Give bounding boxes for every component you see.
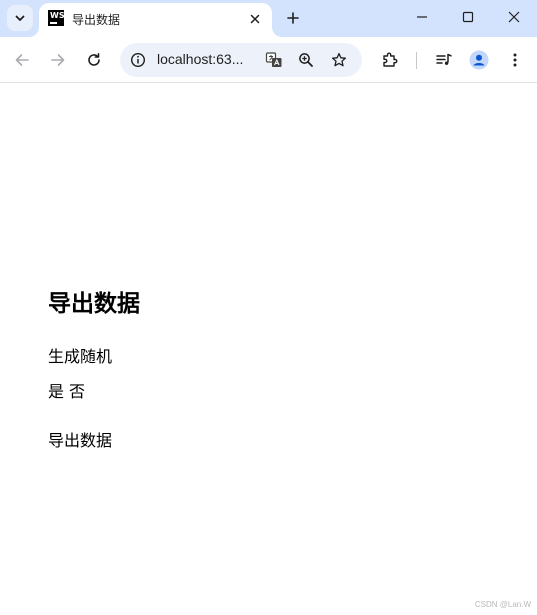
option-yes[interactable]: 是 xyxy=(48,382,64,401)
browser-toolbar: localhost:63... xyxy=(0,37,537,83)
chevron-down-icon xyxy=(15,15,25,21)
reload-button[interactable] xyxy=(80,46,108,74)
generate-random-label: 生成随机 xyxy=(48,347,113,366)
option-no[interactable]: 否 xyxy=(69,382,85,401)
toolbar-divider xyxy=(416,52,417,69)
tab-title: 导出数据 xyxy=(72,13,121,27)
profile-button[interactable] xyxy=(465,46,493,74)
arrow-left-icon xyxy=(15,54,29,66)
tab-close-button[interactable] xyxy=(246,10,264,28)
maximize-button[interactable] xyxy=(445,0,491,34)
reading-list-button[interactable] xyxy=(430,46,458,74)
arrow-right-icon xyxy=(51,54,65,66)
star-icon xyxy=(331,52,347,67)
tab-strip: WS 导出数据 xyxy=(0,0,537,37)
forward-button[interactable] xyxy=(44,46,72,74)
new-tab-button[interactable] xyxy=(282,7,304,29)
page-content: 导出数据 生成随机 是否 导出数据 CSDN @Lan.W xyxy=(0,84,537,615)
reload-icon xyxy=(88,53,100,66)
menu-button[interactable] xyxy=(501,46,529,74)
translate-button[interactable] xyxy=(264,50,284,70)
close-icon xyxy=(250,14,260,24)
close-icon xyxy=(508,11,520,23)
active-tab[interactable]: WS 导出数据 xyxy=(39,3,272,37)
minimize-icon xyxy=(417,16,427,18)
maximize-icon xyxy=(462,11,474,23)
plus-icon xyxy=(287,12,299,24)
yes-no-options: 是否 xyxy=(48,378,90,402)
export-data-button[interactable]: 导出数据 xyxy=(48,427,112,451)
media-list-icon xyxy=(436,53,452,65)
minimize-button[interactable] xyxy=(399,0,445,34)
page-title: 导出数据 xyxy=(48,291,140,317)
puzzle-icon xyxy=(383,52,398,67)
info-icon xyxy=(130,52,146,68)
close-window-button[interactable] xyxy=(491,0,537,34)
site-info-button[interactable] xyxy=(128,50,148,70)
favicon-text: WS xyxy=(50,11,65,20)
back-button[interactable] xyxy=(8,46,36,74)
more-vertical-icon xyxy=(513,53,517,67)
bookmark-button[interactable] xyxy=(329,50,349,70)
url-text: localhost:63... xyxy=(157,51,244,67)
avatar-icon xyxy=(469,50,489,70)
translate-icon xyxy=(265,52,282,67)
watermark: CSDN @Lan.W xyxy=(474,600,531,609)
zoom-in-icon xyxy=(299,53,313,67)
webstorm-favicon-icon: WS xyxy=(48,10,65,26)
extensions-button[interactable] xyxy=(376,46,404,74)
zoom-button[interactable] xyxy=(296,50,316,70)
address-bar[interactable]: localhost:63... xyxy=(120,43,362,77)
